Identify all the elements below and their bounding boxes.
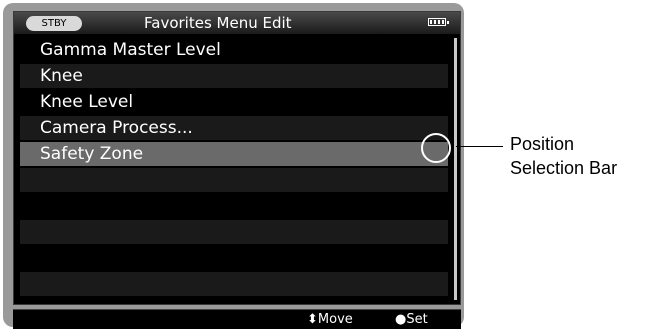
callout-line [456, 146, 503, 147]
menu-item-empty [20, 220, 448, 244]
callout-line-1: Position [510, 134, 575, 154]
camera-screen: STBY Favorites Menu Edit Gamma Master Le… [3, 3, 464, 329]
callout-circle [421, 133, 451, 163]
menu-item-empty [20, 246, 448, 270]
set-hint: ●Set [395, 312, 428, 327]
menu-item-empty [20, 168, 448, 192]
callout-line-2: Selection Bar [510, 158, 618, 178]
menu-screen: STBY Favorites Menu Edit Gamma Master Le… [13, 11, 461, 305]
menu-item-empty [20, 194, 448, 218]
menu-item-empty [20, 272, 448, 296]
menu-item[interactable]: Gamma Master Level [20, 38, 448, 62]
callout-label: Position Selection Bar [510, 132, 617, 180]
title-bar: STBY Favorites Menu Edit [14, 12, 460, 34]
menu-item[interactable]: Camera Process... [20, 116, 448, 140]
menu-item[interactable]: Knee Level [20, 90, 448, 114]
footer-bar: ⬍Move ●Set [13, 309, 461, 329]
page-title: Favorites Menu Edit [144, 14, 292, 32]
favorites-menu-list: Gamma Master Level Knee Knee Level Camer… [20, 38, 448, 298]
move-hint: ⬍Move [307, 312, 353, 327]
position-selection-bar[interactable]: Safety Zone [20, 142, 448, 166]
battery-icon [428, 18, 449, 26]
status-badge: STBY [26, 16, 82, 31]
scrollbar[interactable] [454, 38, 457, 300]
menu-item[interactable]: Knee [20, 64, 448, 88]
